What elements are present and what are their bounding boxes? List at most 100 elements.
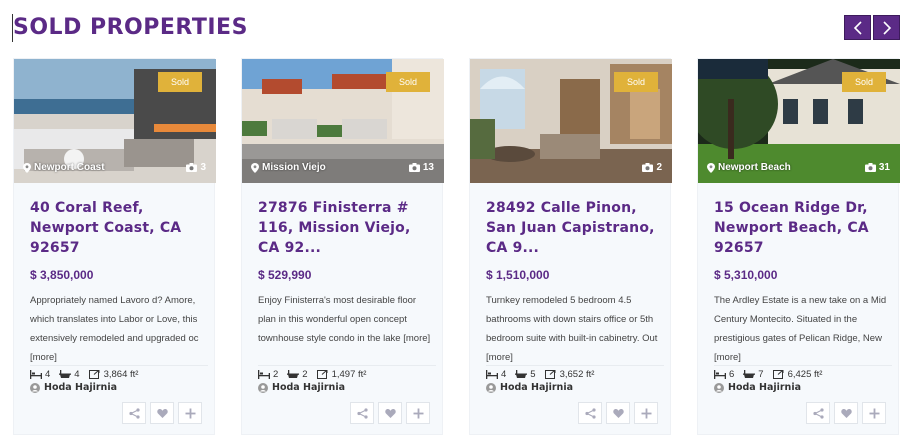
compare-button[interactable] xyxy=(406,402,430,424)
area-value: 1,497 ft² xyxy=(331,369,367,380)
property-address[interactable]: 15 Ocean Ridge Dr, Newport Beach, CA 926… xyxy=(714,198,892,258)
photo-count-text: 13 xyxy=(422,162,434,173)
plus-icon xyxy=(185,408,195,418)
camera-icon xyxy=(186,163,198,172)
photo-count: 13 xyxy=(408,162,434,173)
chevron-left-icon xyxy=(853,20,862,35)
agent-name: Hoda Hajirnia xyxy=(272,382,345,393)
bed-icon xyxy=(258,370,270,379)
property-price: $ 5,310,000 xyxy=(714,268,778,282)
plus-icon xyxy=(641,408,651,418)
property-photo[interactable]: Sold Newport Coast 3 xyxy=(14,59,216,183)
property-features: 6 7 6,425 ft² xyxy=(714,365,892,380)
share-button[interactable] xyxy=(806,402,830,424)
property-description: Enjoy Finisterra's most desirable floor … xyxy=(258,295,431,344)
property-card[interactable]: Sold Mission Viejo 13 27876 Finisterra #… xyxy=(241,58,444,435)
card-actions xyxy=(578,402,658,424)
expand-icon xyxy=(316,370,328,379)
baths-feature: 5 xyxy=(515,369,536,380)
heart-icon xyxy=(612,408,624,418)
property-photo[interactable]: Sold Newport Beach 31 xyxy=(698,59,900,183)
share-button[interactable] xyxy=(350,402,374,424)
compare-button[interactable] xyxy=(178,402,202,424)
photo-count-text: 31 xyxy=(878,162,890,173)
property-features: 2 2 1,497 ft² xyxy=(258,365,436,380)
bathtub-icon xyxy=(59,370,72,378)
favorite-button[interactable] xyxy=(150,402,174,424)
bed-icon xyxy=(486,370,498,379)
location-label: Newport Coast xyxy=(23,162,105,173)
location-label: Newport Beach xyxy=(707,162,791,173)
property-photo[interactable]: Sold 2 xyxy=(470,59,672,183)
share-icon xyxy=(812,407,824,419)
card-actions xyxy=(350,402,430,424)
prev-button[interactable] xyxy=(844,15,871,40)
area-feature: 3,864 ft² xyxy=(88,369,139,380)
property-address[interactable]: 27876 Finisterra # 116, Mission Viejo, C… xyxy=(258,198,436,258)
location-text: Mission Viejo xyxy=(262,162,326,173)
location-text: Newport Coast xyxy=(34,162,105,173)
property-card[interactable]: Sold Newport Coast 3 40 Coral Reef, Newp… xyxy=(13,58,216,435)
expand-icon xyxy=(88,370,100,379)
favorite-button[interactable] xyxy=(606,402,630,424)
beds-feature: 4 xyxy=(30,369,50,380)
property-address[interactable]: 40 Coral Reef, Newport Coast, CA 92657 xyxy=(30,198,208,258)
agent-name: Hoda Hajirnia xyxy=(728,382,801,393)
agent-info[interactable]: Hoda Hajirnia xyxy=(30,382,117,393)
area-feature: 1,497 ft² xyxy=(316,369,367,380)
card-actions xyxy=(122,402,202,424)
sold-badge: Sold xyxy=(842,72,886,92)
area-feature: 3,652 ft² xyxy=(544,369,594,380)
share-icon xyxy=(584,407,596,419)
beds-feature: 4 xyxy=(486,369,506,380)
sold-badge: Sold xyxy=(614,72,658,92)
plus-icon xyxy=(413,408,423,418)
beds-feature: 2 xyxy=(258,369,278,380)
baths-count: 2 xyxy=(302,369,308,380)
area-value: 3,864 ft² xyxy=(103,369,139,380)
property-features: 4 5 3,652 ft² xyxy=(486,365,664,380)
property-description: The Ardley Estate is a new take on a Mid… xyxy=(714,295,887,363)
share-button[interactable] xyxy=(578,402,602,424)
agent-info[interactable]: Hoda Hajirnia xyxy=(714,382,801,393)
favorite-button[interactable] xyxy=(834,402,858,424)
property-price: $ 529,990 xyxy=(258,268,312,282)
heart-icon xyxy=(384,408,396,418)
expand-icon xyxy=(772,370,784,379)
share-icon xyxy=(128,407,140,419)
property-address[interactable]: 28492 Calle Pinon, San Juan Capistrano, … xyxy=(486,198,664,258)
agent-info[interactable]: Hoda Hajirnia xyxy=(486,382,573,393)
chevron-right-icon xyxy=(882,20,891,35)
baths-count: 5 xyxy=(530,369,536,380)
property-description: Appropriately named Lavoro d? Amore, whi… xyxy=(30,295,199,363)
heart-icon xyxy=(156,408,168,418)
agent-info[interactable]: Hoda Hajirnia xyxy=(258,382,345,393)
property-photo[interactable]: Sold Mission Viejo 13 xyxy=(242,59,444,183)
map-pin-icon xyxy=(251,162,259,173)
baths-feature: 2 xyxy=(287,369,308,380)
map-pin-icon xyxy=(23,162,31,173)
photo-count: 31 xyxy=(864,162,890,173)
compare-button[interactable] xyxy=(634,402,658,424)
favorite-button[interactable] xyxy=(378,402,402,424)
baths-count: 4 xyxy=(74,369,80,380)
user-avatar-icon xyxy=(30,382,40,393)
area-value: 6,425 ft² xyxy=(787,369,823,380)
camera-icon xyxy=(408,163,420,172)
beds-count: 6 xyxy=(729,369,735,380)
area-feature: 6,425 ft² xyxy=(772,369,823,380)
expand-icon xyxy=(544,370,556,379)
property-card[interactable]: Sold 2 28492 Calle Pinon, San Juan Capis… xyxy=(469,58,672,435)
compare-button[interactable] xyxy=(862,402,886,424)
location-text: Newport Beach xyxy=(718,162,791,173)
bed-icon xyxy=(30,370,42,379)
location-label: Mission Viejo xyxy=(251,162,326,173)
agent-name: Hoda Hajirnia xyxy=(44,382,117,393)
property-card[interactable]: Sold Newport Beach 31 15 Ocean Ridge Dr,… xyxy=(697,58,900,435)
photo-count-text: 3 xyxy=(200,162,206,173)
beds-count: 4 xyxy=(501,369,507,380)
bathtub-icon xyxy=(287,370,300,378)
share-button[interactable] xyxy=(122,402,146,424)
photo-count: 3 xyxy=(186,162,206,173)
next-button[interactable] xyxy=(873,15,900,40)
